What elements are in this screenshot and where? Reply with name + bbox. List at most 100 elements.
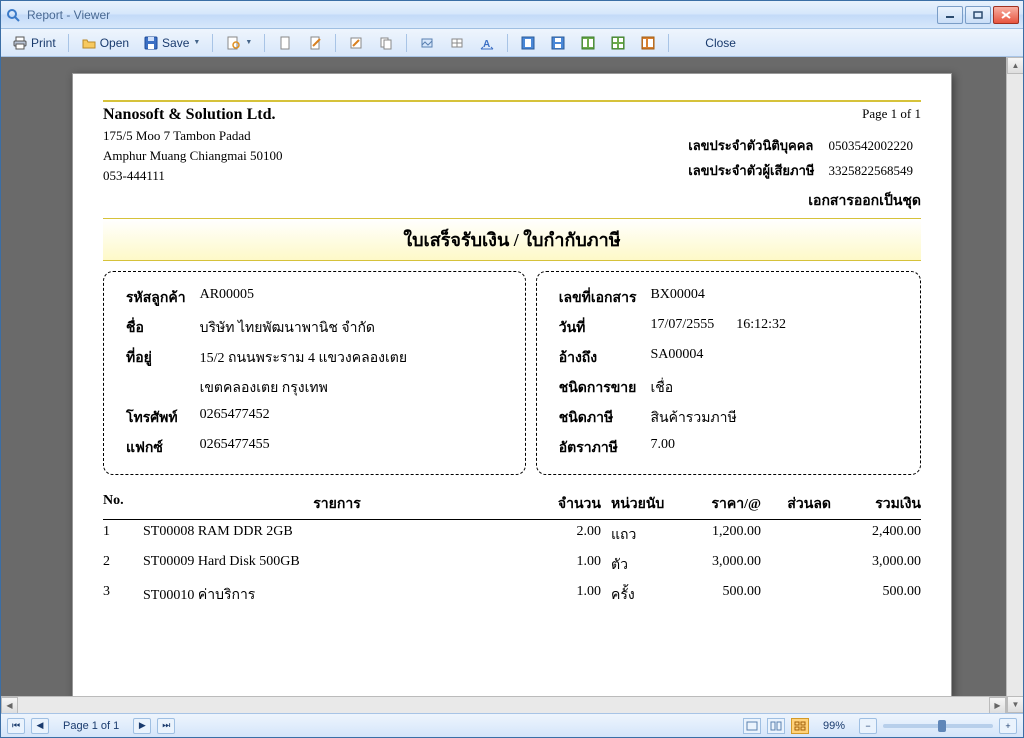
doc-note: เอกสารออกเป็นชุด [680, 190, 921, 212]
company-name: Nanosoft & Solution Ltd. [103, 106, 680, 124]
tool-button-3[interactable] [343, 32, 369, 54]
outline-icon [640, 35, 656, 51]
statusbar: ⏮ ◀ Page 1 of 1 ▶ ⏭ 99% − + [1, 713, 1023, 737]
app-icon [5, 7, 21, 23]
tool-button-2[interactable] [302, 32, 328, 54]
text-width-icon: A [479, 35, 495, 51]
svg-text:A: A [483, 39, 490, 50]
report-viewer-window: Report - Viewer Print Open [0, 0, 1024, 738]
tax-id: 3325822568549 [823, 159, 920, 182]
view-continuous-button[interactable] [545, 32, 571, 54]
items-header: No. รายการ จำนวน หน่วยนับ ราคา/@ ส่วนลด … [103, 487, 921, 520]
open-button[interactable]: Open [76, 32, 134, 54]
minimize-icon [945, 11, 955, 19]
cust-tel-label: โทรศัพท์ [120, 404, 192, 432]
minimize-button[interactable] [937, 6, 963, 24]
table-icon [449, 35, 465, 51]
toolbar-separator [212, 34, 213, 52]
first-page-button[interactable]: ⏮ [7, 718, 25, 734]
edit-icon [348, 35, 364, 51]
doc-title: ใบเสร็จรับเงิน / ใบกำกับภาษี [103, 218, 921, 261]
cust-name-label: ชื่อ [120, 314, 192, 342]
tax-id-label: เลขประจำตัวผู้เสียภาษี [682, 159, 820, 182]
scroll-right-button[interactable]: ▶ [989, 697, 1006, 713]
vat-rate-label: อัตราภาษี [553, 434, 643, 462]
cust-fax-label: แฟกซ์ [120, 434, 192, 462]
scroll-down-button[interactable]: ▼ [1007, 696, 1023, 713]
report-page: Nanosoft & Solution Ltd. 175/5 Moo 7 Tam… [72, 73, 952, 697]
continuous-page-icon [550, 35, 566, 51]
last-page-button[interactable]: ⏭ [157, 718, 175, 734]
page-number: Page 1 of 1 [680, 106, 921, 122]
tool-button-1[interactable] [272, 32, 298, 54]
zoom-slider[interactable] [883, 724, 993, 728]
customer-box: รหัสลูกค้าAR00005 ชื่อบริษัท ไทยพัฒนาพาน… [103, 271, 526, 475]
view-facing-button[interactable] [575, 32, 601, 54]
cust-addr-label: ที่อยู่ [120, 344, 192, 372]
viewmode-2[interactable] [767, 718, 785, 734]
page-setup-button[interactable]: ▼ [220, 32, 257, 54]
col-no: No. [103, 493, 143, 515]
cust-tel: 0265477452 [194, 404, 413, 432]
cust-addr1: 15/2 ถนนพระราม 4 แขวงคลองเตย [194, 344, 413, 372]
view-single-button[interactable] [515, 32, 541, 54]
zoom-thumb[interactable] [938, 720, 946, 732]
close-button[interactable] [993, 6, 1019, 24]
facing-page-icon [580, 35, 596, 51]
multi-page-icon [610, 35, 626, 51]
item-row: 2ST00009 Hard Disk 500GB1.00ตัว3,000.003… [103, 550, 921, 580]
image-icon [419, 35, 435, 51]
sale-type-label: ชนิดการขาย [553, 374, 643, 402]
view-outline-button[interactable] [635, 32, 661, 54]
cust-addr2: เขตคลองเตย กรุงเทพ [194, 374, 413, 402]
toolbar-separator [668, 34, 669, 52]
scroll-left-button[interactable]: ◀ [1, 697, 18, 713]
window-title: Report - Viewer [27, 8, 937, 22]
toolbar-separator [406, 34, 407, 52]
window-controls [937, 6, 1019, 24]
report-canvas[interactable]: Nanosoft & Solution Ltd. 175/5 Moo 7 Tam… [1, 57, 1023, 713]
toolbar-separator [264, 34, 265, 52]
horizontal-scrollbar[interactable]: ◀ ▶ [1, 696, 1006, 713]
maximize-icon [973, 11, 983, 19]
save-button[interactable]: Save ▼ [138, 32, 205, 54]
doc-no: BX00004 [644, 284, 720, 312]
maximize-button[interactable] [965, 6, 991, 24]
tool-button-4[interactable] [373, 32, 399, 54]
zoom-out-button[interactable]: − [859, 718, 877, 734]
col-qty: จำนวน [531, 493, 601, 515]
company-address1: 175/5 Moo 7 Tambon Padad [103, 128, 680, 144]
document-edit-icon [307, 35, 323, 51]
viewmode-1[interactable] [743, 718, 761, 734]
col-price: ราคา/@ [681, 493, 761, 515]
company-address2: Amphur Muang Chiangmai 50100 [103, 148, 680, 164]
item-row: 1ST00008 RAM DDR 2GB2.00แถว1,200.002,400… [103, 520, 921, 550]
items-body: 1ST00008 RAM DDR 2GB2.00แถว1,200.002,400… [103, 520, 921, 610]
tool-button-6[interactable] [444, 32, 470, 54]
doc-time: 16:12:32 [722, 314, 792, 342]
view-multi-button[interactable] [605, 32, 631, 54]
close-report-button[interactable]: Close [700, 33, 741, 53]
tool-button-5[interactable] [414, 32, 440, 54]
tool-button-7[interactable]: A [474, 32, 500, 54]
chevron-down-icon: ▼ [245, 39, 252, 46]
cust-name: บริษัท ไทยพัฒนาพานิช จำกัด [194, 314, 413, 342]
next-page-button[interactable]: ▶ [133, 718, 151, 734]
scroll-up-button[interactable]: ▲ [1007, 57, 1023, 74]
viewmode-3[interactable] [791, 718, 809, 734]
close-icon [1001, 11, 1011, 19]
item-row: 3ST00010 ค่าบริการ1.00ครั้ง500.00500.00 [103, 580, 921, 610]
chevron-down-icon: ▼ [193, 39, 200, 46]
doc-no-label: เลขที่เอกสาร [553, 284, 643, 312]
print-icon [12, 35, 28, 51]
document-box: เลขที่เอกสารBX00004 วันที่17/07/255516:1… [536, 271, 921, 475]
vertical-scrollbar[interactable]: ▲ ▼ [1006, 57, 1023, 713]
print-button[interactable]: Print [7, 32, 61, 54]
save-label: Save [162, 36, 189, 50]
toolbar: Print Open Save ▼ ▼ [1, 29, 1023, 57]
open-icon [81, 35, 97, 51]
prev-page-button[interactable]: ◀ [31, 718, 49, 734]
single-page-icon [520, 35, 536, 51]
toolbar-separator [335, 34, 336, 52]
zoom-in-button[interactable]: + [999, 718, 1017, 734]
